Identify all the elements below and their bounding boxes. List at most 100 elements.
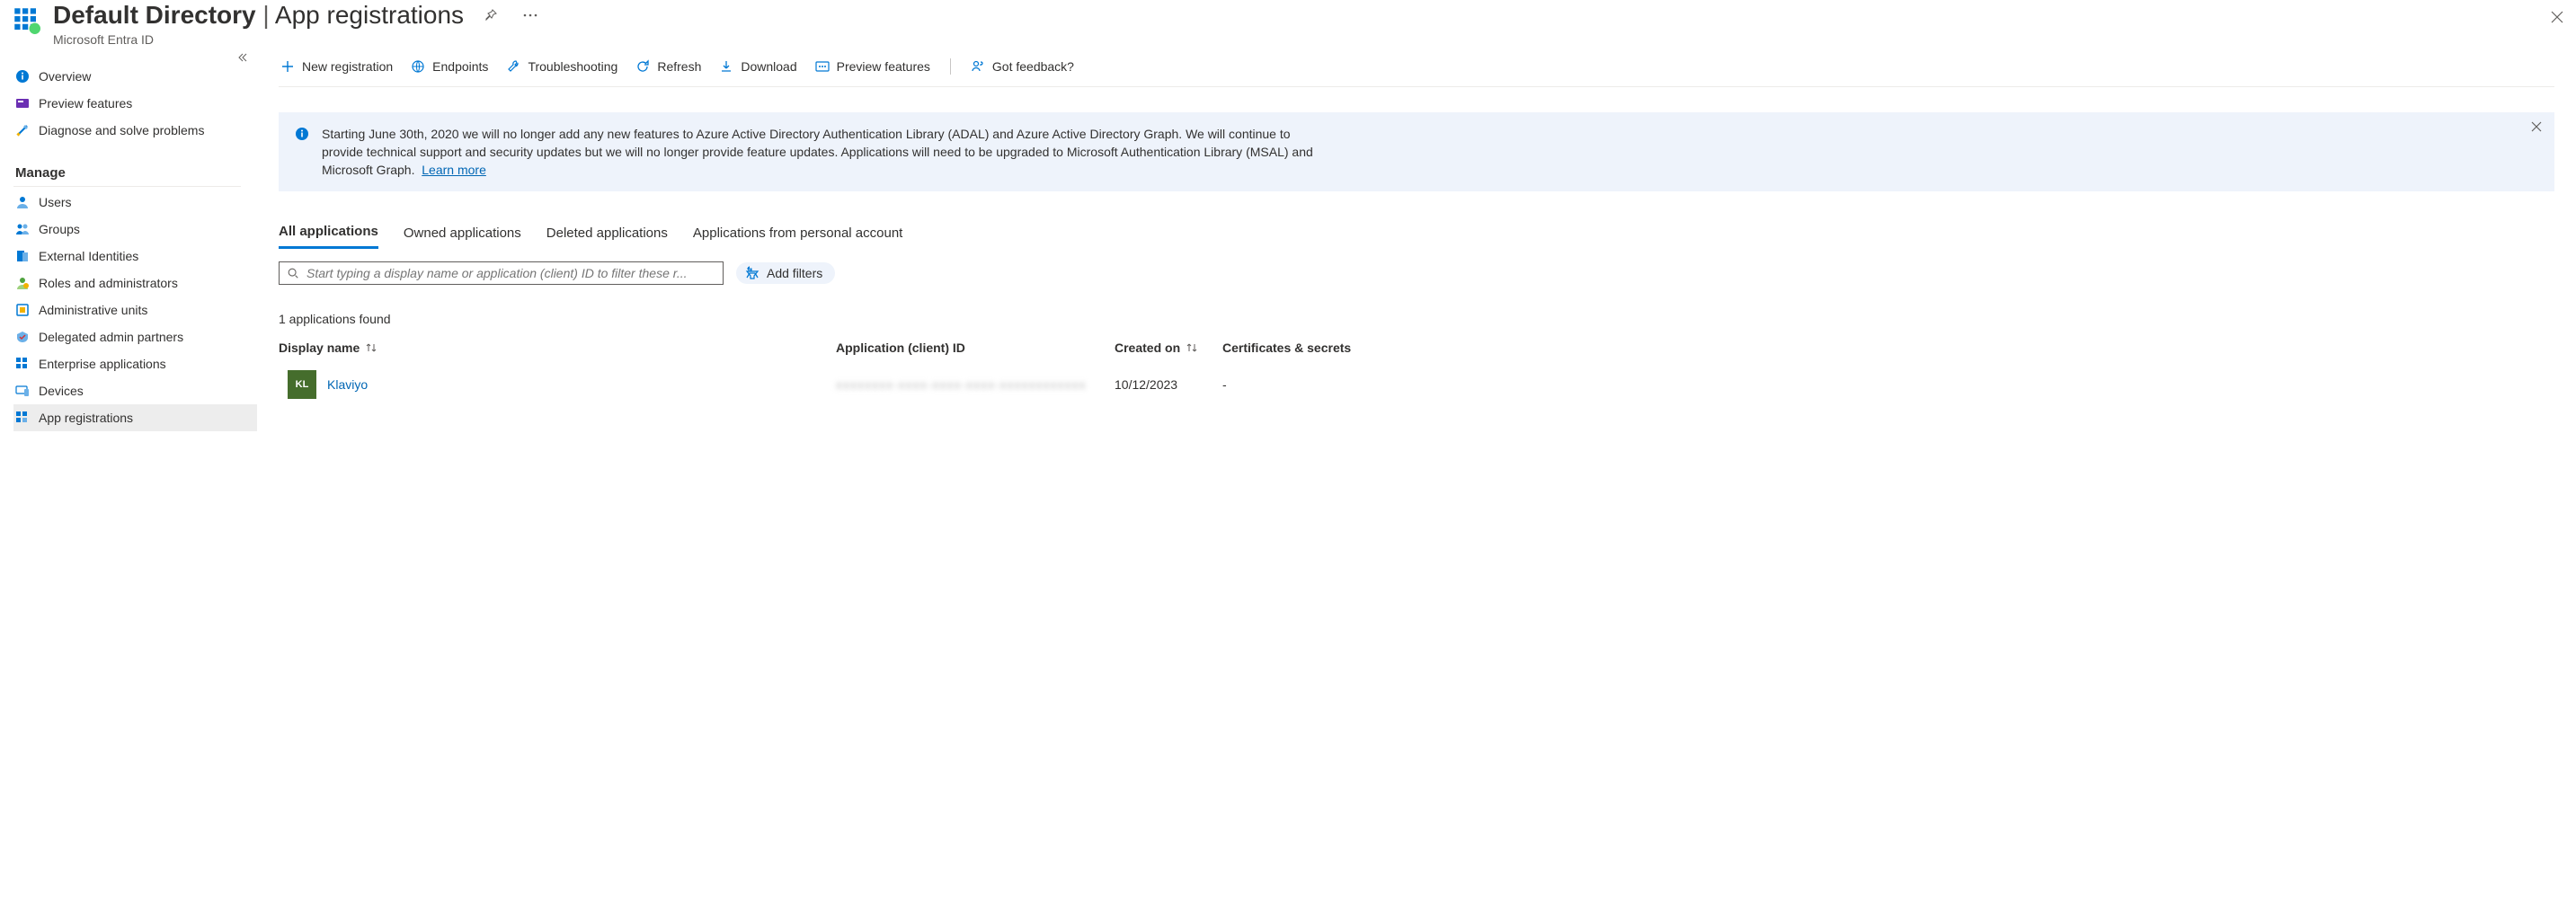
search-input[interactable] (306, 266, 715, 280)
sidebar-manage-section: Manage Users Groups External Identities … (13, 160, 257, 431)
tab-owned-applications[interactable]: Owned applications (404, 220, 521, 249)
table-header: Display name Application (client) ID Cre… (279, 333, 1357, 363)
column-app-id[interactable]: Application (client) ID (836, 341, 1115, 355)
column-label: Certificates & secrets (1222, 341, 1351, 355)
sidebar-item-label: Administrative units (39, 303, 147, 317)
troubleshooting-button[interactable]: Troubleshooting (504, 56, 619, 77)
preview-features-button[interactable]: Preview features (813, 56, 932, 77)
page-header: Default Directory | App registrations Mi… (0, 0, 2576, 47)
close-icon (2551, 11, 2563, 23)
toolbar-label: Got feedback? (992, 59, 1074, 74)
page-title: Default Directory | App registrations (53, 0, 464, 31)
sidebar-item-label: Roles and administrators (39, 276, 178, 290)
sidebar-top-section: Overview Preview features Diagnose and s… (13, 63, 257, 144)
refresh-icon (635, 59, 650, 74)
sidebar: Overview Preview features Diagnose and s… (0, 47, 257, 916)
column-created-on[interactable]: Created on (1115, 341, 1222, 355)
sidebar-item-label: Preview features (39, 96, 132, 111)
sidebar-item-app-registrations[interactable]: App registrations (13, 404, 257, 431)
app-name-link[interactable]: Klaviyo (327, 377, 368, 392)
sidebar-item-groups[interactable]: Groups (13, 216, 257, 243)
external-identities-icon (15, 249, 30, 263)
tabs: All applications Owned applications Dele… (279, 220, 2554, 249)
sidebar-item-devices[interactable]: Devices (13, 377, 257, 404)
toolbar-label: Download (741, 59, 796, 74)
banner-learn-more-link[interactable]: Learn more (422, 163, 486, 177)
entra-logo-icon (13, 7, 40, 34)
endpoints-button[interactable]: Endpoints (409, 56, 490, 77)
download-button[interactable]: Download (717, 56, 798, 77)
sidebar-item-enterprise-apps[interactable]: Enterprise applications (13, 350, 257, 377)
more-icon (523, 13, 537, 17)
tab-all-applications[interactable]: All applications (279, 220, 378, 249)
toolbar-divider (950, 58, 951, 75)
sidebar-item-label: Diagnose and solve problems (39, 123, 204, 137)
sidebar-item-overview[interactable]: Overview (13, 63, 257, 90)
sidebar-item-label: Overview (39, 69, 91, 84)
close-blade-button[interactable] (2545, 5, 2569, 29)
info-banner: Starting June 30th, 2020 we will no long… (279, 112, 2554, 192)
column-display-name[interactable]: Display name (279, 341, 836, 355)
sidebar-item-administrative-units[interactable]: Administrative units (13, 296, 257, 323)
sidebar-section-title-manage: Manage (13, 160, 241, 187)
chevron-left-double-icon (237, 52, 248, 63)
sidebar-item-label: External Identities (39, 249, 138, 263)
enterprise-apps-icon (15, 357, 30, 371)
globe-icon (411, 59, 425, 74)
sidebar-item-label: Enterprise applications (39, 357, 166, 371)
cell-app-id: xxxxxxxx-xxxx-xxxx-xxxx-xxxxxxxxxxxx (836, 377, 1115, 392)
sidebar-item-preview-features[interactable]: Preview features (13, 90, 257, 117)
tab-personal-applications[interactable]: Applications from personal account (693, 220, 902, 249)
got-feedback-button[interactable]: Got feedback? (969, 56, 1076, 77)
sidebar-item-external-identities[interactable]: External Identities (13, 243, 257, 270)
command-bar: New registration Endpoints Troubleshooti… (279, 49, 2554, 87)
cell-display-name: KL Klaviyo (279, 370, 836, 399)
plus-icon (280, 59, 295, 74)
column-certificates-secrets[interactable]: Certificates & secrets (1222, 341, 1366, 355)
search-box[interactable] (279, 261, 724, 285)
sidebar-item-users[interactable]: Users (13, 189, 257, 216)
diagnose-icon (15, 123, 30, 137)
filter-row: Add filters (279, 261, 2554, 285)
refresh-button[interactable]: Refresh (634, 56, 703, 77)
title-separator: | (262, 1, 275, 29)
cell-certificates: - (1222, 377, 1366, 392)
preview-features-icon (815, 59, 830, 74)
sidebar-collapse-button[interactable] (234, 49, 252, 69)
search-icon (287, 267, 299, 279)
sort-icon (365, 342, 378, 353)
sidebar-item-delegated-admin[interactable]: Delegated admin partners (13, 323, 257, 350)
close-icon (2531, 121, 2542, 132)
app-avatar: KL (288, 370, 316, 399)
toolbar-label: Refresh (657, 59, 701, 74)
add-filters-label: Add filters (767, 266, 822, 280)
sort-icon (1186, 342, 1198, 353)
user-icon (15, 195, 30, 209)
sidebar-item-diagnose[interactable]: Diagnose and solve problems (13, 117, 257, 144)
feedback-icon (971, 59, 985, 74)
sidebar-item-label: Users (39, 195, 72, 209)
groups-icon (15, 222, 30, 236)
sidebar-item-label: App registrations (39, 411, 133, 425)
wrench-icon (506, 59, 520, 74)
pin-button[interactable] (478, 3, 503, 28)
sidebar-item-roles[interactable]: Roles and administrators (13, 270, 257, 296)
table-row[interactable]: KL Klaviyo xxxxxxxx-xxxx-xxxx-xxxx-xxxxx… (279, 363, 1357, 406)
add-filters-button[interactable]: Add filters (736, 262, 835, 284)
toolbar-label: New registration (302, 59, 393, 74)
delegated-icon (15, 330, 30, 344)
toolbar-label: Preview features (837, 59, 930, 74)
column-label: Application (client) ID (836, 341, 965, 355)
main-layout: Overview Preview features Diagnose and s… (0, 47, 2576, 916)
toolbar-label: Troubleshooting (528, 59, 617, 74)
banner-close-button[interactable] (2527, 118, 2545, 138)
devices-icon (15, 384, 30, 398)
tab-deleted-applications[interactable]: Deleted applications (546, 220, 668, 249)
download-icon (719, 59, 733, 74)
new-registration-button[interactable]: New registration (279, 56, 395, 77)
toolbar-label: Endpoints (432, 59, 488, 74)
preview-icon (15, 96, 30, 111)
pin-icon (484, 8, 498, 22)
info-icon (295, 127, 309, 141)
more-button[interactable] (518, 8, 543, 22)
